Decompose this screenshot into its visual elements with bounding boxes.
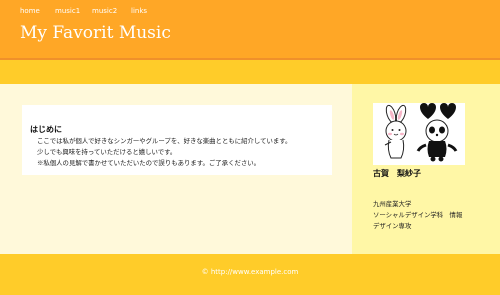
- copyright: © http://www.example.com: [201, 268, 299, 276]
- nav-bar: [0, 60, 500, 84]
- author-name: 古賀 梨紗子: [373, 168, 421, 178]
- character-illustration-icon: [384, 103, 458, 162]
- intro-line: ここでは私が個人で好きなシンガーやグループを、好きな楽曲とともに紹介しています。: [37, 137, 292, 145]
- nav-music1[interactable]: music1: [55, 7, 80, 15]
- nav-links[interactable]: links: [131, 7, 147, 15]
- intro-heading: はじめに: [30, 124, 62, 134]
- nav-home[interactable]: home: [20, 7, 40, 15]
- affiliation-line: 九州産業大学: [373, 200, 412, 208]
- intro-line: 少しでも興味を持っていただけると嬉しいです。: [37, 148, 177, 156]
- avatar: [373, 103, 465, 165]
- intro-line: ※私個人の見解で書かせていただいたので誤りもあります。ご了承ください。: [37, 159, 261, 167]
- nav-music2[interactable]: music2: [92, 7, 117, 15]
- affiliation-line: ソーシャルデザイン学科 情報: [373, 211, 463, 219]
- affiliation-line: デザイン専攻: [373, 222, 412, 230]
- site-title: My Favorit Music: [20, 23, 171, 43]
